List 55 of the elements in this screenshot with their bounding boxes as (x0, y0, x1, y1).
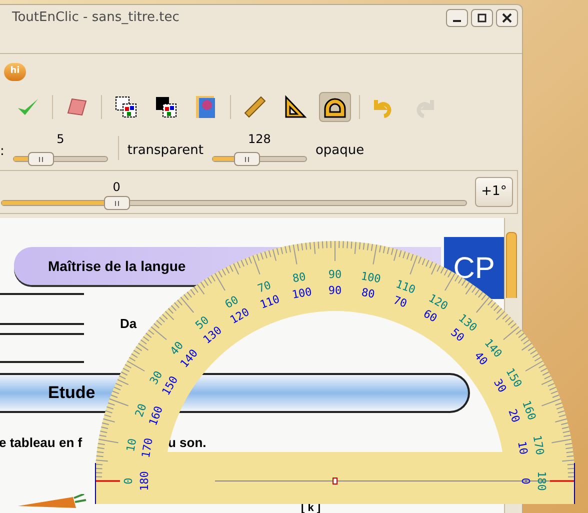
slider-value: 5 (56, 131, 64, 148)
opaque-label: opaque (315, 142, 364, 160)
close-icon (502, 13, 512, 23)
scale-number: 90 (328, 268, 342, 282)
center-mark (332, 478, 338, 484)
image-icon (195, 95, 217, 119)
scale-number: 60 (222, 293, 241, 312)
carrot-drawing (18, 494, 88, 510)
maximize-button[interactable] (471, 9, 493, 27)
thickness-label: : (0, 143, 4, 161)
scale-number: 20 (506, 407, 522, 424)
slider-value: 128 (248, 131, 271, 148)
minimize-icon (452, 20, 462, 22)
scale-number: 160 (520, 398, 539, 422)
banner-text: Maîtrise de la langue (48, 256, 186, 276)
date-label: Da (120, 316, 137, 331)
scale-number: 30 (491, 376, 509, 395)
scale-number: 110 (394, 277, 418, 296)
section-title: Etude (48, 382, 96, 404)
scale-number: 0 (518, 478, 532, 484)
scale-number: 80 (360, 286, 376, 301)
cards-icon (154, 95, 178, 119)
maximize-icon (477, 13, 487, 23)
scale-number: 10 (515, 440, 530, 456)
cards-icon (114, 95, 138, 119)
scale-number: 170 (139, 437, 156, 459)
minimize-button[interactable] (446, 9, 468, 27)
slider-handle[interactable] (28, 152, 54, 166)
scale-number: 180 (138, 471, 152, 491)
close-button[interactable] (496, 9, 518, 27)
scale-number: 170 (530, 434, 546, 456)
scale-number: 180 (534, 471, 548, 491)
scale-number: 80 (292, 270, 307, 286)
scale-number: 60 (421, 307, 440, 325)
window-title: ToutEnClic - sans_titre.tec (12, 9, 180, 28)
eraser-icon (66, 97, 88, 117)
scale-number: 100 (360, 270, 382, 286)
ruler-icon (243, 95, 267, 119)
toolbar-button[interactable] (319, 92, 351, 122)
scale-number: 90 (328, 284, 342, 298)
scale-number: 40 (168, 339, 186, 358)
step-button[interactable]: +1° (475, 177, 513, 207)
slider-value: 0 (112, 179, 120, 196)
scale-number: 0 (122, 478, 136, 484)
scale-number: 30 (147, 368, 166, 387)
scale-number: 70 (392, 294, 409, 310)
slider-handle[interactable] (104, 196, 130, 210)
scale-number: 40 (472, 349, 490, 368)
transparent-label: transparent (127, 142, 204, 160)
scale-number: 100 (291, 285, 313, 302)
slider-handle[interactable] (234, 152, 260, 166)
scale-number: 10 (124, 438, 140, 453)
scrollbar-thumb[interactable] (506, 232, 517, 298)
scale-number: 50 (448, 326, 467, 344)
instruction-text: u son. (168, 435, 206, 451)
